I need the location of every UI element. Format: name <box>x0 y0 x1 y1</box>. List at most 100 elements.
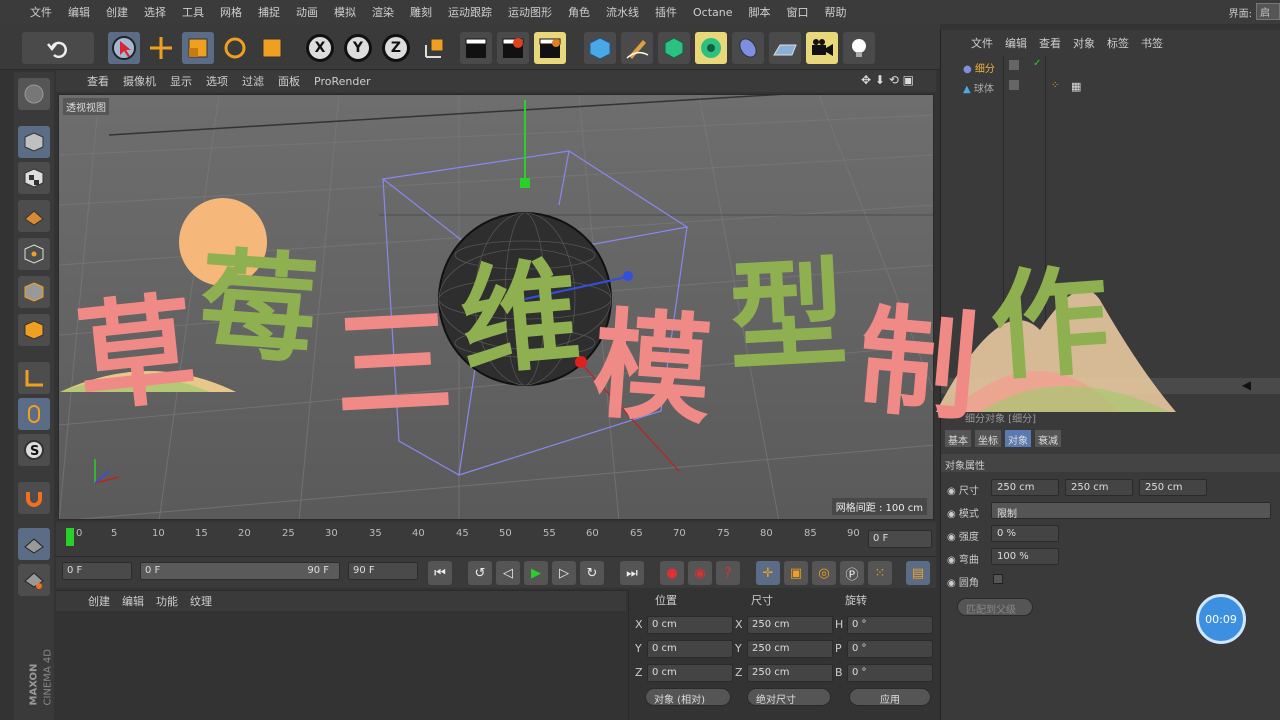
edges-mode-button[interactable] <box>18 276 50 308</box>
object-menu-edit[interactable]: 编辑 <box>999 35 1033 51</box>
fit-to-parent-button[interactable]: 匹配到父级 <box>957 598 1033 616</box>
round-checkbox[interactable] <box>993 574 1003 584</box>
texture-mode-button[interactable] <box>18 162 50 194</box>
workplane-mode-button[interactable] <box>18 200 50 232</box>
menu-edit[interactable]: 编辑 <box>60 4 98 20</box>
viewport-menu-filter[interactable]: 过滤 <box>235 73 271 89</box>
menu-snap[interactable]: 捕捉 <box>250 4 288 20</box>
x-axis-handle-knob[interactable] <box>575 356 587 368</box>
object-menu-tags[interactable]: 标签 <box>1101 35 1135 51</box>
add-light-button[interactable] <box>843 32 875 64</box>
prev-key-button[interactable]: ↺ <box>468 561 492 585</box>
z-axis-lock-button[interactable]: Z <box>382 34 410 62</box>
mode-make-editable-button[interactable] <box>18 78 50 110</box>
add-environment-button[interactable] <box>769 32 801 64</box>
menu-tools[interactable]: 工具 <box>174 4 212 20</box>
strength-input[interactable]: 0 % <box>991 525 1059 542</box>
tab-object[interactable]: 对象 <box>1005 430 1031 447</box>
pos-z-field[interactable]: 0 cm <box>647 664 733 682</box>
select-tool-button[interactable] <box>108 32 140 64</box>
object-row-subdivision[interactable]: ● 细分 <box>963 60 995 75</box>
material-menu-function[interactable]: 功能 <box>150 593 184 609</box>
viewport-menu-panel[interactable]: 面板 <box>271 73 307 89</box>
menu-mesh[interactable]: 网格 <box>212 4 250 20</box>
visibility-toggle[interactable] <box>1009 60 1019 70</box>
key-scale-button[interactable]: ▣ <box>784 561 808 585</box>
keyframe-selection-button[interactable]: ? <box>716 561 740 585</box>
z-axis-handle-knob[interactable] <box>623 271 633 281</box>
move-tool-button[interactable] <box>145 32 177 64</box>
menu-help[interactable]: 帮助 <box>817 4 855 20</box>
phong-tag-icon[interactable]: ⁘ <box>1051 80 1059 91</box>
perspective-viewport[interactable]: 透视视图 网格间距 : 100 cm <box>58 94 934 520</box>
menu-file[interactable]: 文件 <box>22 4 60 20</box>
size-x-field[interactable]: 250 cm <box>747 616 833 634</box>
menu-simulate[interactable]: 模拟 <box>326 4 364 20</box>
render-picture-viewer-button[interactable] <box>497 32 529 64</box>
tab-falloff[interactable]: 衰减 <box>1035 430 1061 447</box>
menu-select[interactable]: 选择 <box>136 4 174 20</box>
record-keys-button[interactable]: ● <box>660 561 684 585</box>
apply-button[interactable]: 应用 <box>849 688 931 706</box>
layout-dropdown[interactable]: 启 <box>1256 3 1280 20</box>
key-position-button[interactable]: ✛ <box>756 561 780 585</box>
y-axis-handle-knob[interactable] <box>520 178 530 188</box>
prev-frame-button[interactable]: ◁ <box>496 561 520 585</box>
object-menu-bookmarks[interactable]: 书签 <box>1135 35 1169 51</box>
size-y-field[interactable]: 250 cm <box>747 640 833 658</box>
menu-plugins[interactable]: 插件 <box>647 4 685 20</box>
tab-basic[interactable]: 基本 <box>945 430 971 447</box>
solo-mode-button[interactable]: S <box>18 434 50 466</box>
menu-sculpt[interactable]: 雕刻 <box>402 4 440 20</box>
polygons-mode-button[interactable] <box>18 314 50 346</box>
add-cube-button[interactable] <box>584 32 616 64</box>
tab-coord[interactable]: 坐标 <box>975 430 1001 447</box>
snap-button[interactable] <box>18 482 50 514</box>
add-spline-pen-button[interactable] <box>621 32 653 64</box>
key-pla-button[interactable]: ⁙ <box>868 561 892 585</box>
pos-y-field[interactable]: 0 cm <box>647 640 733 658</box>
go-to-start-button[interactable]: ⏮ <box>428 561 452 585</box>
menu-mograph[interactable]: 运动图形 <box>500 4 560 20</box>
timeline-window-button[interactable]: ▤ <box>906 561 930 585</box>
tweak-mode-button[interactable] <box>18 398 50 430</box>
render-view-button[interactable] <box>460 32 492 64</box>
enabled-check-icon[interactable]: ✓ <box>1033 58 1041 69</box>
object-menu-objects[interactable]: 对象 <box>1067 35 1101 51</box>
key-parameter-button[interactable]: Ⓟ <box>840 561 864 585</box>
bend-input[interactable]: 100 % <box>991 548 1059 565</box>
last-tool-button[interactable] <box>256 32 288 64</box>
undo-button[interactable] <box>22 32 94 64</box>
frame-range-slider[interactable]: 0 F 90 F <box>140 562 340 580</box>
size-x-input[interactable]: 250 cm <box>991 479 1059 496</box>
x-axis-handle[interactable] <box>578 360 680 472</box>
menu-render[interactable]: 渲染 <box>364 4 402 20</box>
current-frame-field[interactable]: 0 F <box>868 530 932 548</box>
menu-motion-tracking[interactable]: 运动跟踪 <box>440 4 500 20</box>
coordinate-mode-dropdown[interactable]: 对象 (相对) <box>645 688 731 706</box>
material-tag-icon[interactable]: ▦ <box>1071 80 1081 93</box>
next-key-button[interactable]: ↻ <box>580 561 604 585</box>
workplane-lock-button[interactable] <box>18 528 50 560</box>
play-button[interactable]: ▶ <box>524 561 548 585</box>
visibility-toggle[interactable] <box>1009 80 1019 90</box>
go-to-end-button[interactable]: ⏭ <box>620 561 644 585</box>
menu-character[interactable]: 角色 <box>560 4 598 20</box>
model-mode-button[interactable] <box>18 126 50 158</box>
size-mode-dropdown[interactable]: 绝对尺寸 <box>747 688 831 706</box>
recording-timer-badge[interactable]: 00:09 <box>1196 594 1246 644</box>
rot-p-field[interactable]: 0 ° <box>847 640 933 658</box>
key-rotation-button[interactable]: ◎ <box>812 561 836 585</box>
viewport-menu-display[interactable]: 显示 <box>163 73 199 89</box>
y-axis-lock-button[interactable]: Y <box>344 34 372 62</box>
axis-mode-button[interactable] <box>18 362 50 394</box>
back-arrow-icon[interactable]: ◀ <box>1242 378 1251 392</box>
rot-h-field[interactable]: 0 ° <box>847 616 933 634</box>
add-deformer-button[interactable] <box>732 32 764 64</box>
start-frame-field[interactable]: 0 F <box>62 562 132 580</box>
pos-x-field[interactable]: 0 cm <box>647 616 733 634</box>
material-menu-texture[interactable]: 纹理 <box>184 593 218 609</box>
timeline-playhead[interactable] <box>66 528 74 546</box>
size-y-input[interactable]: 250 cm <box>1065 479 1133 496</box>
autokey-button[interactable]: ◉ <box>688 561 712 585</box>
